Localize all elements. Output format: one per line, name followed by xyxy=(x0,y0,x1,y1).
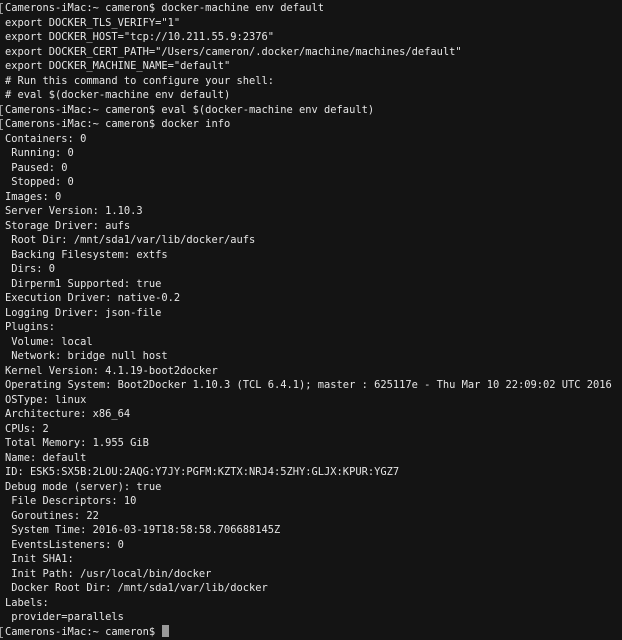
line-text: export DOCKER_HOST="tcp://10.211.55.9:23… xyxy=(5,31,274,43)
prompt-marker xyxy=(0,104,3,116)
line-text: Init Path: /usr/local/bin/docker xyxy=(5,567,212,580)
terminal-output-line: Dirperm1 Supported: true xyxy=(0,277,622,292)
line-text: Name: default xyxy=(5,451,87,464)
line-text: Logging Driver: json-file xyxy=(5,306,162,319)
terminal-output-line: Name: default xyxy=(0,451,622,466)
line-text: Stopped: 0 xyxy=(5,176,74,188)
terminal-input-line[interactable]: Camerons-iMac:~ cameron$ xyxy=(0,624,622,640)
terminal-output-line: File Descriptors: 10 xyxy=(0,494,622,509)
terminal-output-line: Goroutines: 22 xyxy=(0,509,622,524)
line-text: Network: bridge null host xyxy=(5,350,168,362)
line-text: # Run this command to configure your she… xyxy=(5,74,274,87)
terminal-output-line: Kernel Version: 4.1.19-boot2docker xyxy=(0,364,622,379)
prompt-marker xyxy=(0,626,3,638)
line-text: ID: ESK5:SX5B:2LOU:2AQG:Y7JY:PGFM:KZTX:N… xyxy=(5,466,400,478)
line-text: Camerons-iMac:~ cameron$ docker-machine … xyxy=(5,2,325,14)
line-text: Camerons-iMac:~ cameron$ docker info xyxy=(5,118,231,130)
line-text: Plugins: xyxy=(5,321,56,333)
line-text: File Descriptors: 10 xyxy=(5,495,137,507)
line-text: export DOCKER_MACHINE_NAME="default" xyxy=(5,60,231,72)
terminal-output-line: System Time: 2016-03-19T18:58:58.7066881… xyxy=(0,523,622,538)
terminal-command-line: Camerons-iMac:~ cameron$ docker-machine … xyxy=(0,1,622,16)
terminal-output: Camerons-iMac:~ cameron$ docker-machine … xyxy=(0,1,622,625)
line-text: Dirperm1 Supported: true xyxy=(5,277,162,290)
terminal-output-line: Init Path: /usr/local/bin/docker xyxy=(0,567,622,582)
line-text: Total Memory: 1.955 GiB xyxy=(5,437,149,449)
terminal-output-line: Running: 0 xyxy=(0,146,622,161)
line-text: OSType: linux xyxy=(5,393,87,406)
terminal-output-line: provider=parallels xyxy=(0,610,622,625)
terminal-output-line: export DOCKER_CERT_PATH="/Users/cameron/… xyxy=(0,45,622,60)
line-text: Containers: 0 xyxy=(5,132,87,145)
terminal-output-line: Debug mode (server): true xyxy=(0,480,622,495)
line-text: Server Version: 1.10.3 xyxy=(5,205,143,217)
terminal-output-line: Images: 0 xyxy=(0,190,622,205)
line-text: Execution Driver: native-0.2 xyxy=(5,292,181,304)
terminal-output-line: ID: ESK5:SX5B:2LOU:2AQG:Y7JY:PGFM:KZTX:N… xyxy=(0,465,622,480)
line-text: Camerons-iMac:~ cameron$ eval $(docker-m… xyxy=(5,103,375,116)
terminal-output-line: CPUs: 2 xyxy=(0,422,622,437)
prompt-marker xyxy=(0,3,3,14)
terminal-output-line: Execution Driver: native-0.2 xyxy=(0,291,622,306)
terminal-output-line: Network: bridge null host xyxy=(0,349,622,364)
line-text: Goroutines: 22 xyxy=(5,509,99,522)
terminal-output-line: # eval $(docker-machine env default) xyxy=(0,88,622,103)
terminal-command-line: Camerons-iMac:~ cameron$ eval $(docker-m… xyxy=(0,103,622,118)
terminal-output-line: export DOCKER_HOST="tcp://10.211.55.9:23… xyxy=(0,30,622,45)
text-cursor xyxy=(162,624,170,637)
line-text: Images: 0 xyxy=(5,190,62,203)
line-text: export DOCKER_CERT_PATH="/Users/cameron/… xyxy=(5,45,462,58)
terminal-output-line: Stopped: 0 xyxy=(0,175,622,190)
line-text: Storage Driver: aufs xyxy=(5,219,131,232)
line-text: EventsListeners: 0 xyxy=(5,538,124,551)
line-text: Debug mode (server): true xyxy=(5,480,162,493)
line-text: Running: 0 xyxy=(5,147,74,159)
terminal-command-line: Camerons-iMac:~ cameron$ docker info xyxy=(0,117,622,132)
line-text: export DOCKER_TLS_VERIFY="1" xyxy=(5,16,181,29)
terminal-output-line: Architecture: x86_64 xyxy=(0,407,622,422)
line-text: Init SHA1: xyxy=(5,553,74,565)
terminal-output-line: Docker Root Dir: /mnt/sda1/var/lib/docke… xyxy=(0,581,622,596)
terminal-output-line: Operating System: Boot2Docker 1.10.3 (TC… xyxy=(0,378,622,393)
line-text: Docker Root Dir: /mnt/sda1/var/lib/docke… xyxy=(5,582,268,594)
terminal-output-line: Dirs: 0 xyxy=(0,262,622,277)
terminal-output-line: Logging Driver: json-file xyxy=(0,306,622,321)
terminal-output-line: export DOCKER_TLS_VERIFY="1" xyxy=(0,16,622,31)
line-text: Dirs: 0 xyxy=(5,263,56,275)
line-text: # eval $(docker-machine env default) xyxy=(5,89,231,101)
line-text: Root Dir: /mnt/sda1/var/lib/docker/aufs xyxy=(5,234,256,246)
terminal-output-line: Plugins: xyxy=(0,320,622,335)
terminal-output-line: Backing Filesystem: extfs xyxy=(0,248,622,263)
line-text: Paused: 0 xyxy=(5,161,68,174)
line-text: Volume: local xyxy=(5,335,93,348)
terminal-window[interactable]: Camerons-iMac:~ cameron$ docker-machine … xyxy=(0,0,622,640)
line-text: System Time: 2016-03-19T18:58:58.7066881… xyxy=(5,524,281,536)
terminal-output-line: Init SHA1: xyxy=(0,552,622,567)
terminal-output-line: Volume: local xyxy=(0,335,622,350)
line-text: Operating System: Boot2Docker 1.10.3 (TC… xyxy=(5,379,612,391)
terminal-output-line: EventsListeners: 0 xyxy=(0,538,622,553)
line-text: CPUs: 2 xyxy=(5,422,49,435)
terminal-output-line: export DOCKER_MACHINE_NAME="default" xyxy=(0,59,622,74)
terminal-output-line: Paused: 0 xyxy=(0,161,622,176)
prompt-marker xyxy=(0,119,3,130)
terminal-output-line: Labels: xyxy=(0,596,622,611)
terminal-output-line: Server Version: 1.10.3 xyxy=(0,204,622,219)
terminal-output-line: Total Memory: 1.955 GiB xyxy=(0,436,622,451)
current-prompt: Camerons-iMac:~ cameron$ xyxy=(5,625,162,638)
terminal-output-line: # Run this command to configure your she… xyxy=(0,74,622,89)
line-text: Architecture: x86_64 xyxy=(5,408,131,420)
terminal-output-line: Containers: 0 xyxy=(0,132,622,147)
line-text: Kernel Version: 4.1.19-boot2docker xyxy=(5,364,218,377)
terminal-output-line: Root Dir: /mnt/sda1/var/lib/docker/aufs xyxy=(0,233,622,248)
terminal-output-line: Storage Driver: aufs xyxy=(0,219,622,234)
line-text: provider=parallels xyxy=(5,611,124,623)
terminal-output-line: OSType: linux xyxy=(0,393,622,408)
line-text: Labels: xyxy=(5,596,49,609)
line-text: Backing Filesystem: extfs xyxy=(5,248,168,261)
